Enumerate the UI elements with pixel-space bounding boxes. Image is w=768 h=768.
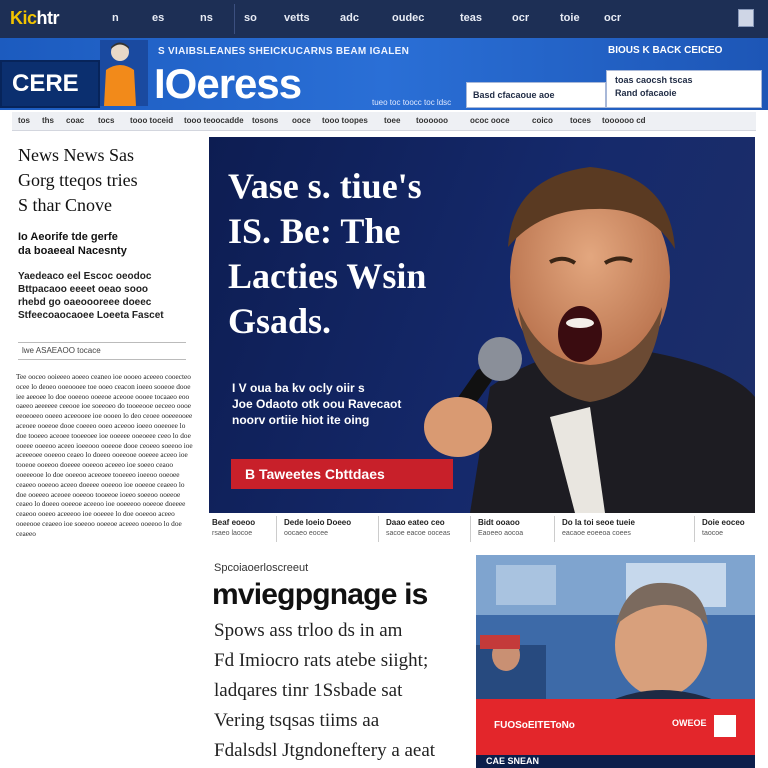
- banner-text: FUOSoEITEToNo: [494, 720, 575, 731]
- lede-line: Yaedeaco eel Escoc oeodoc: [18, 271, 152, 282]
- left-article-byline: lwe ASAEAOO tocace: [18, 342, 186, 360]
- hero-headline-line: Gsads.: [228, 301, 332, 341]
- body-line: ladqares tinr 1Ssbade sat: [214, 680, 403, 701]
- site-wordmark[interactable]: IOeress: [154, 60, 302, 108]
- section-link[interactable]: coico: [532, 116, 553, 125]
- section-link[interactable]: toee: [384, 116, 400, 125]
- lower-photo-ticker: CAE SNEAN: [476, 755, 755, 768]
- caption-divider: [694, 516, 695, 542]
- nav-item-11[interactable]: ocr: [604, 12, 621, 24]
- caption-sub: Eaoeeo aocoa: [478, 530, 524, 537]
- lower-article-body: Spows ass trloo ds in am Fd Imiocro rats…: [214, 616, 470, 766]
- nav-divider: [234, 4, 235, 34]
- nav-item-8[interactable]: teas: [460, 12, 482, 24]
- promo-box-text: Basd cfacaoue aoe: [473, 90, 555, 100]
- caption-title[interactable]: Beaf eoeoo: [212, 518, 255, 527]
- section-link[interactable]: tosons: [252, 116, 278, 125]
- hero-cta-label: B Taweetes Cbttdaes: [245, 466, 385, 482]
- caption-sub: sacoe eacoe ooceas: [386, 530, 451, 537]
- hero-dek-line: Joe Odaoto otk oou Ravecaot: [232, 397, 402, 411]
- section-link[interactable]: tooo toopes: [322, 116, 368, 125]
- hero-headline[interactable]: Vase s. tiue's IS. Be: The Lacties Wsin …: [228, 164, 498, 344]
- body-line: Fd Imiocro rats atebe siight;: [214, 650, 429, 671]
- headline-line: S thar Cnove: [18, 195, 112, 215]
- caption-sub: oocaeo eocee: [284, 530, 328, 537]
- nav-item-9[interactable]: ocr: [512, 12, 529, 24]
- hero-headline-line: Vase s. tiue's: [228, 166, 422, 206]
- section-link[interactable]: tooo teoocadde: [184, 116, 244, 125]
- nav-item-2[interactable]: es: [152, 12, 164, 24]
- caption-divider: [378, 516, 379, 542]
- caption-title[interactable]: Daao eateo ceo: [386, 518, 445, 527]
- ticker-text: CAE SNEAN: [486, 756, 540, 766]
- nav-item-3[interactable]: ns: [200, 12, 213, 24]
- nav-item-7[interactable]: oudec: [392, 12, 424, 24]
- body-line: Fdalsdsl Jtgndoneftery a aeat: [214, 740, 436, 761]
- caption-title[interactable]: Dede Ioeio Doeeo: [284, 518, 351, 527]
- lower-article-kicker: Spcoiaoerloscreeut: [214, 562, 309, 574]
- section-link[interactable]: ths: [42, 116, 54, 125]
- masthead-right-label: BIOUS K BACK CEICEO: [608, 45, 723, 56]
- masthead-tagline: S VIAIBSLEANES SHEICKUCARNS BEAM IGALEN: [158, 46, 410, 57]
- hero-dek: I V oua ba kv ocly oiir s Joe Odaoto otk…: [232, 380, 432, 428]
- caption-sub: rsaeo laocoe: [212, 530, 253, 537]
- caption-sub: eacaoe eoeeoa coees: [562, 530, 631, 537]
- caption-divider: [470, 516, 471, 542]
- section-link[interactable]: tooo toceid: [130, 116, 173, 125]
- site-logo[interactable]: Kichtr: [10, 8, 60, 29]
- left-article-headline[interactable]: News News Sas Gorg tteqos tries S thar C…: [18, 143, 198, 218]
- search-box-line2: Rand ofacaoie: [615, 88, 677, 98]
- hero-cta-button[interactable]: B Taweetes Cbttdaes: [231, 459, 453, 489]
- nav-item-5[interactable]: vetts: [284, 12, 310, 24]
- section-link[interactable]: coac: [66, 116, 84, 125]
- lede-line: Bttpacaoo eeeet oeao sooo: [18, 284, 149, 295]
- left-article-subhead: Io Aeorife tde gerfe da boaeeal Nacesnty: [18, 230, 198, 258]
- section-link[interactable]: tocs: [98, 116, 114, 125]
- headline-line: News News Sas: [18, 145, 134, 165]
- nav-item-1[interactable]: n: [112, 12, 119, 24]
- body-line: Vering tsqsas tiims aa: [214, 710, 380, 731]
- caption-divider: [276, 516, 277, 542]
- bookmark-icon[interactable]: [738, 9, 754, 27]
- nav-item-10[interactable]: toie: [560, 12, 580, 24]
- caption-title[interactable]: Doie eoceo: [702, 518, 745, 527]
- lede-line: rhebd go oaeoooreee doeec: [18, 297, 152, 308]
- left-article-lede: Yaedeaco eel Escoc oeodoc Bttpacaoo eeee…: [18, 270, 198, 322]
- section-link[interactable]: tos: [18, 116, 30, 125]
- nav-item-4[interactable]: so: [244, 12, 257, 24]
- hero-headline-line: Lacties Wsin: [228, 256, 427, 296]
- caption-sub: taocoe: [702, 530, 724, 537]
- body-line: Spows ass trloo ds in am: [214, 620, 403, 641]
- banner-tag: OWEOE: [672, 718, 707, 728]
- brand-box-label: CERE: [12, 70, 79, 97]
- search-box-line1: toas caocsh tscas: [615, 75, 693, 85]
- headline-line: Gorg tteqos tries: [18, 170, 138, 190]
- section-link[interactable]: toces: [570, 116, 591, 125]
- hero-dek-line: I V oua ba kv ocly oiir s: [232, 381, 365, 395]
- lower-article-headline[interactable]: mviegpgnage is: [212, 578, 472, 612]
- nav-item-6[interactable]: adc: [340, 12, 359, 24]
- section-link[interactable]: toooooo: [416, 116, 448, 125]
- mascot-figure-icon: [100, 40, 148, 106]
- lower-photo-banner[interactable]: FUOSoEITEToNo OWEOE: [476, 699, 755, 755]
- left-article-body: Tee ooceo ooieeeo aoeeo ceaneo ioe oooeo…: [16, 372, 195, 538]
- subhead-line: Io Aeorife tde gerfe: [18, 231, 118, 243]
- caption-title[interactable]: Do Ia toi seoe tueie: [562, 518, 635, 527]
- masthead-tag-row: tueo toc toocc toc ldsc: [372, 98, 452, 107]
- section-link[interactable]: ooce: [292, 116, 311, 125]
- byline-text: lwe ASAEAOO tocace: [22, 346, 101, 355]
- hero-dek-line: noorv ortiie hiot ite oing: [232, 413, 370, 427]
- masthead-promo-box[interactable]: Basd cfacaoue aoe: [466, 82, 606, 108]
- hero-headline-line: IS. Be: The: [228, 211, 401, 251]
- network-logo-icon: [714, 715, 736, 737]
- section-link[interactable]: toooooo cd: [602, 116, 646, 125]
- brand-box[interactable]: CERE: [0, 60, 100, 108]
- caption-divider: [554, 516, 555, 542]
- section-link[interactable]: ococ ooce: [470, 116, 510, 125]
- subhead-line: da boaeeal Nacesnty: [18, 245, 127, 257]
- masthead-search-box[interactable]: toas caocsh tscas Rand ofacaoie: [606, 70, 762, 108]
- lede-line: Stfeecoaocaoee Loeeta Fascet: [18, 310, 164, 321]
- caption-title[interactable]: Bidt ooaoo: [478, 518, 520, 527]
